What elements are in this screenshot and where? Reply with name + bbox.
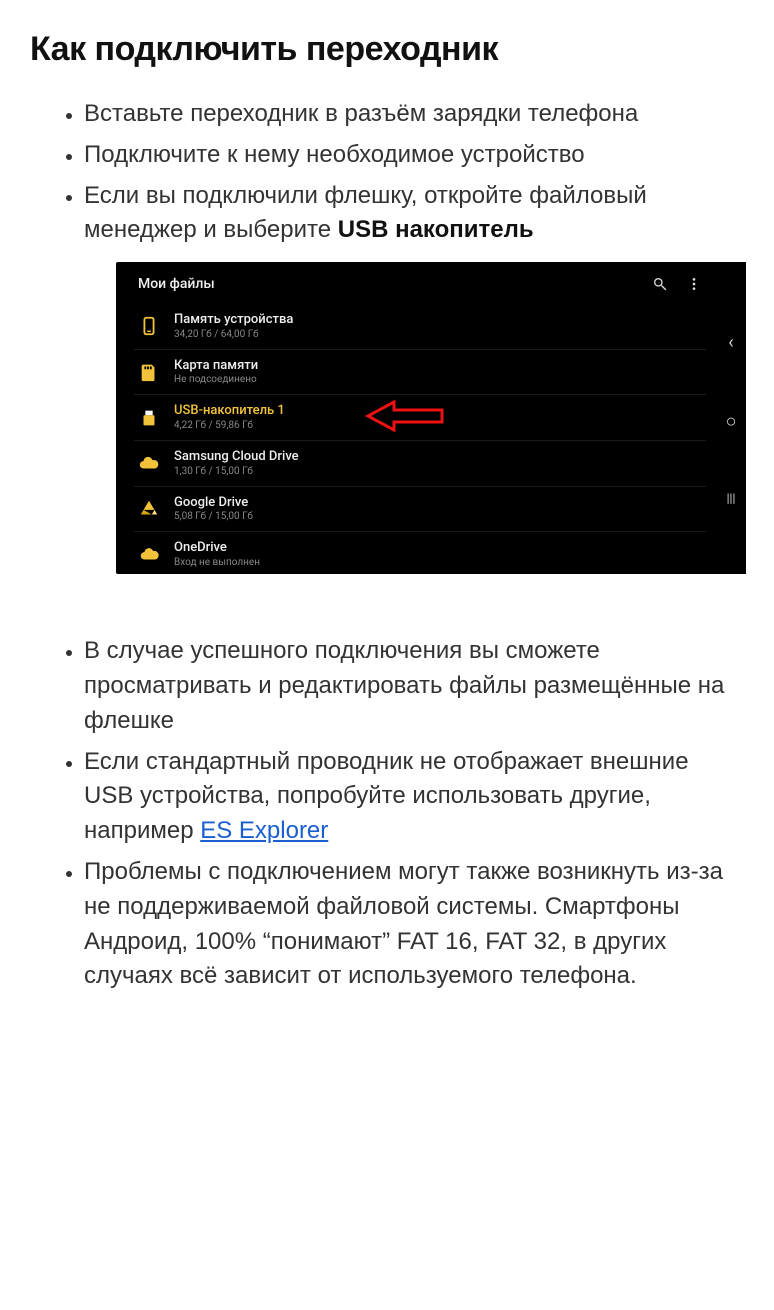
search-icon[interactable] (652, 276, 668, 292)
steps-bottom-list: В случае успешного подключения вы сможет… (30, 634, 744, 994)
storage-row-sub: Не подсоединено (174, 374, 258, 386)
phone-header: Мои файлы (116, 276, 716, 300)
storage-row-sub: 1,30 Гб / 15,00 Гб (174, 466, 299, 478)
system-navbar: ‹ ○ ||| (716, 262, 746, 574)
step-item: Подключите к нему необходимое устройство (84, 138, 744, 173)
bold-text: USB накопитель (338, 216, 534, 243)
step-item: Если стандартный проводник не отображает… (84, 745, 744, 849)
storage-row-title: OneDrive (174, 540, 260, 556)
storage-row-labels: Google Drive5,08 Гб / 15,00 Гб (174, 495, 253, 524)
phone-header-title: Мои файлы (138, 276, 215, 292)
more-icon[interactable] (686, 276, 702, 292)
step-item: В случае успешного подключения вы сможет… (84, 634, 744, 738)
storage-row-sub: Вход не выполнен (174, 557, 260, 569)
usb-icon (138, 407, 160, 429)
storage-row[interactable]: Память устройства34,20 Гб / 64,00 Гб (134, 304, 706, 349)
step-item: Вставьте переходник в разъём зарядки тел… (84, 97, 744, 132)
storage-row-labels: Samsung Cloud Drive1,30 Гб / 15,00 Гб (174, 449, 299, 478)
phone-mockup: Мои файлы Память устройства34,20 Гб / 64… (116, 262, 746, 574)
step-item: Если вы подключили флешку, откройте файл… (84, 179, 744, 249)
onedrive-icon (138, 543, 160, 565)
storage-row[interactable]: Samsung Cloud Drive1,30 Гб / 15,00 Гб (134, 440, 706, 486)
storage-row-sub: 5,08 Гб / 15,00 Гб (174, 511, 253, 523)
embedded-screenshot: Мои файлы Память устройства34,20 Гб / 64… (116, 262, 746, 574)
nav-recent-icon[interactable]: ||| (727, 491, 736, 505)
storage-row-title: USB-накопитель 1 (174, 403, 285, 419)
storage-row[interactable]: Google Drive5,08 Гб / 15,00 Гб (134, 486, 706, 532)
gdrive-icon (138, 498, 160, 520)
storage-row-title: Память устройства (174, 312, 293, 328)
storage-list: Память устройства34,20 Гб / 64,00 Гб Карт… (116, 300, 716, 577)
step-item: Проблемы с подключением могут также возн… (84, 855, 744, 994)
nav-home-icon[interactable]: ○ (726, 411, 737, 432)
storage-row-title: Samsung Cloud Drive (174, 449, 299, 465)
nav-back-icon[interactable]: ‹ (728, 332, 733, 353)
storage-row-sub: 4,22 Гб / 59,86 Гб (174, 420, 285, 432)
storage-row[interactable]: Карта памятиНе подсоединено (134, 349, 706, 395)
article-title: Как подключить переходник (30, 30, 744, 69)
es-explorer-link[interactable]: ES Explorer (200, 817, 328, 844)
storage-row-labels: Карта памятиНе подсоединено (174, 358, 258, 387)
sd-icon (138, 361, 160, 383)
storage-row[interactable]: USB-накопитель 14,22 Гб / 59,86 Гб (134, 394, 706, 440)
storage-row-labels: OneDriveВход не выполнен (174, 540, 260, 569)
storage-row-title: Google Drive (174, 495, 253, 511)
storage-row-title: Карта памяти (174, 358, 258, 374)
storage-row-labels: Память устройства34,20 Гб / 64,00 Гб (174, 312, 293, 341)
steps-top-list: Вставьте переходник в разъём зарядки тел… (30, 97, 744, 248)
storage-row-sub: 34,20 Гб / 64,00 Гб (174, 329, 293, 341)
storage-row-labels: USB-накопитель 14,22 Гб / 59,86 Гб (174, 403, 285, 432)
annotation-arrow-icon (364, 399, 444, 437)
storage-row[interactable]: OneDriveВход не выполнен (134, 531, 706, 577)
cloud-icon (138, 452, 160, 474)
phone-icon (138, 315, 160, 337)
